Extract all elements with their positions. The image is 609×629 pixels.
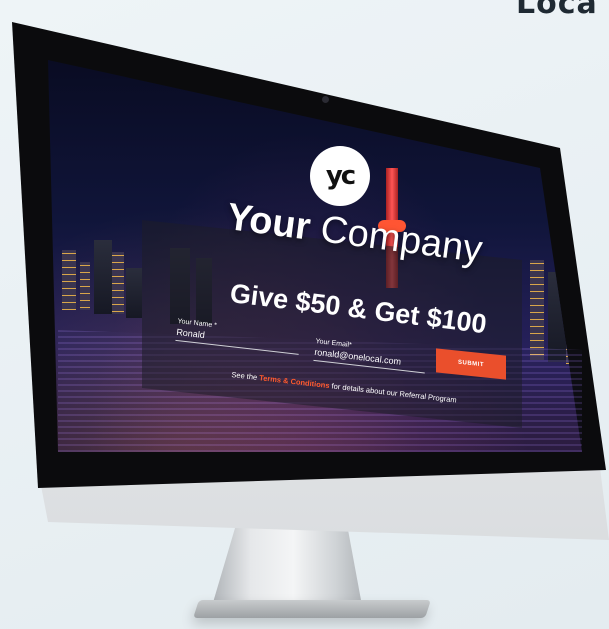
company-name: Your Company [224,196,485,272]
terms-prefix: See the [230,370,260,383]
email-field[interactable]: Your Email* ronald@onelocal.com [313,338,427,374]
terms-link[interactable]: Terms & Conditions [259,373,330,390]
submit-button[interactable]: SUBMIT [436,348,506,380]
company-name-rest: Company [307,206,485,272]
landing-page: yc Your Company Give $50 & Get $100 Your… [0,0,609,629]
terms-text: See the Terms & Conditions for details a… [231,370,457,405]
terms-suffix: for details about our Referral Program [329,381,458,405]
yc-logo-icon: yc [325,161,356,191]
name-field[interactable]: Your Name * Ronald [175,318,301,355]
company-name-bold: Your [224,196,314,249]
company-logo: yc [310,146,370,206]
